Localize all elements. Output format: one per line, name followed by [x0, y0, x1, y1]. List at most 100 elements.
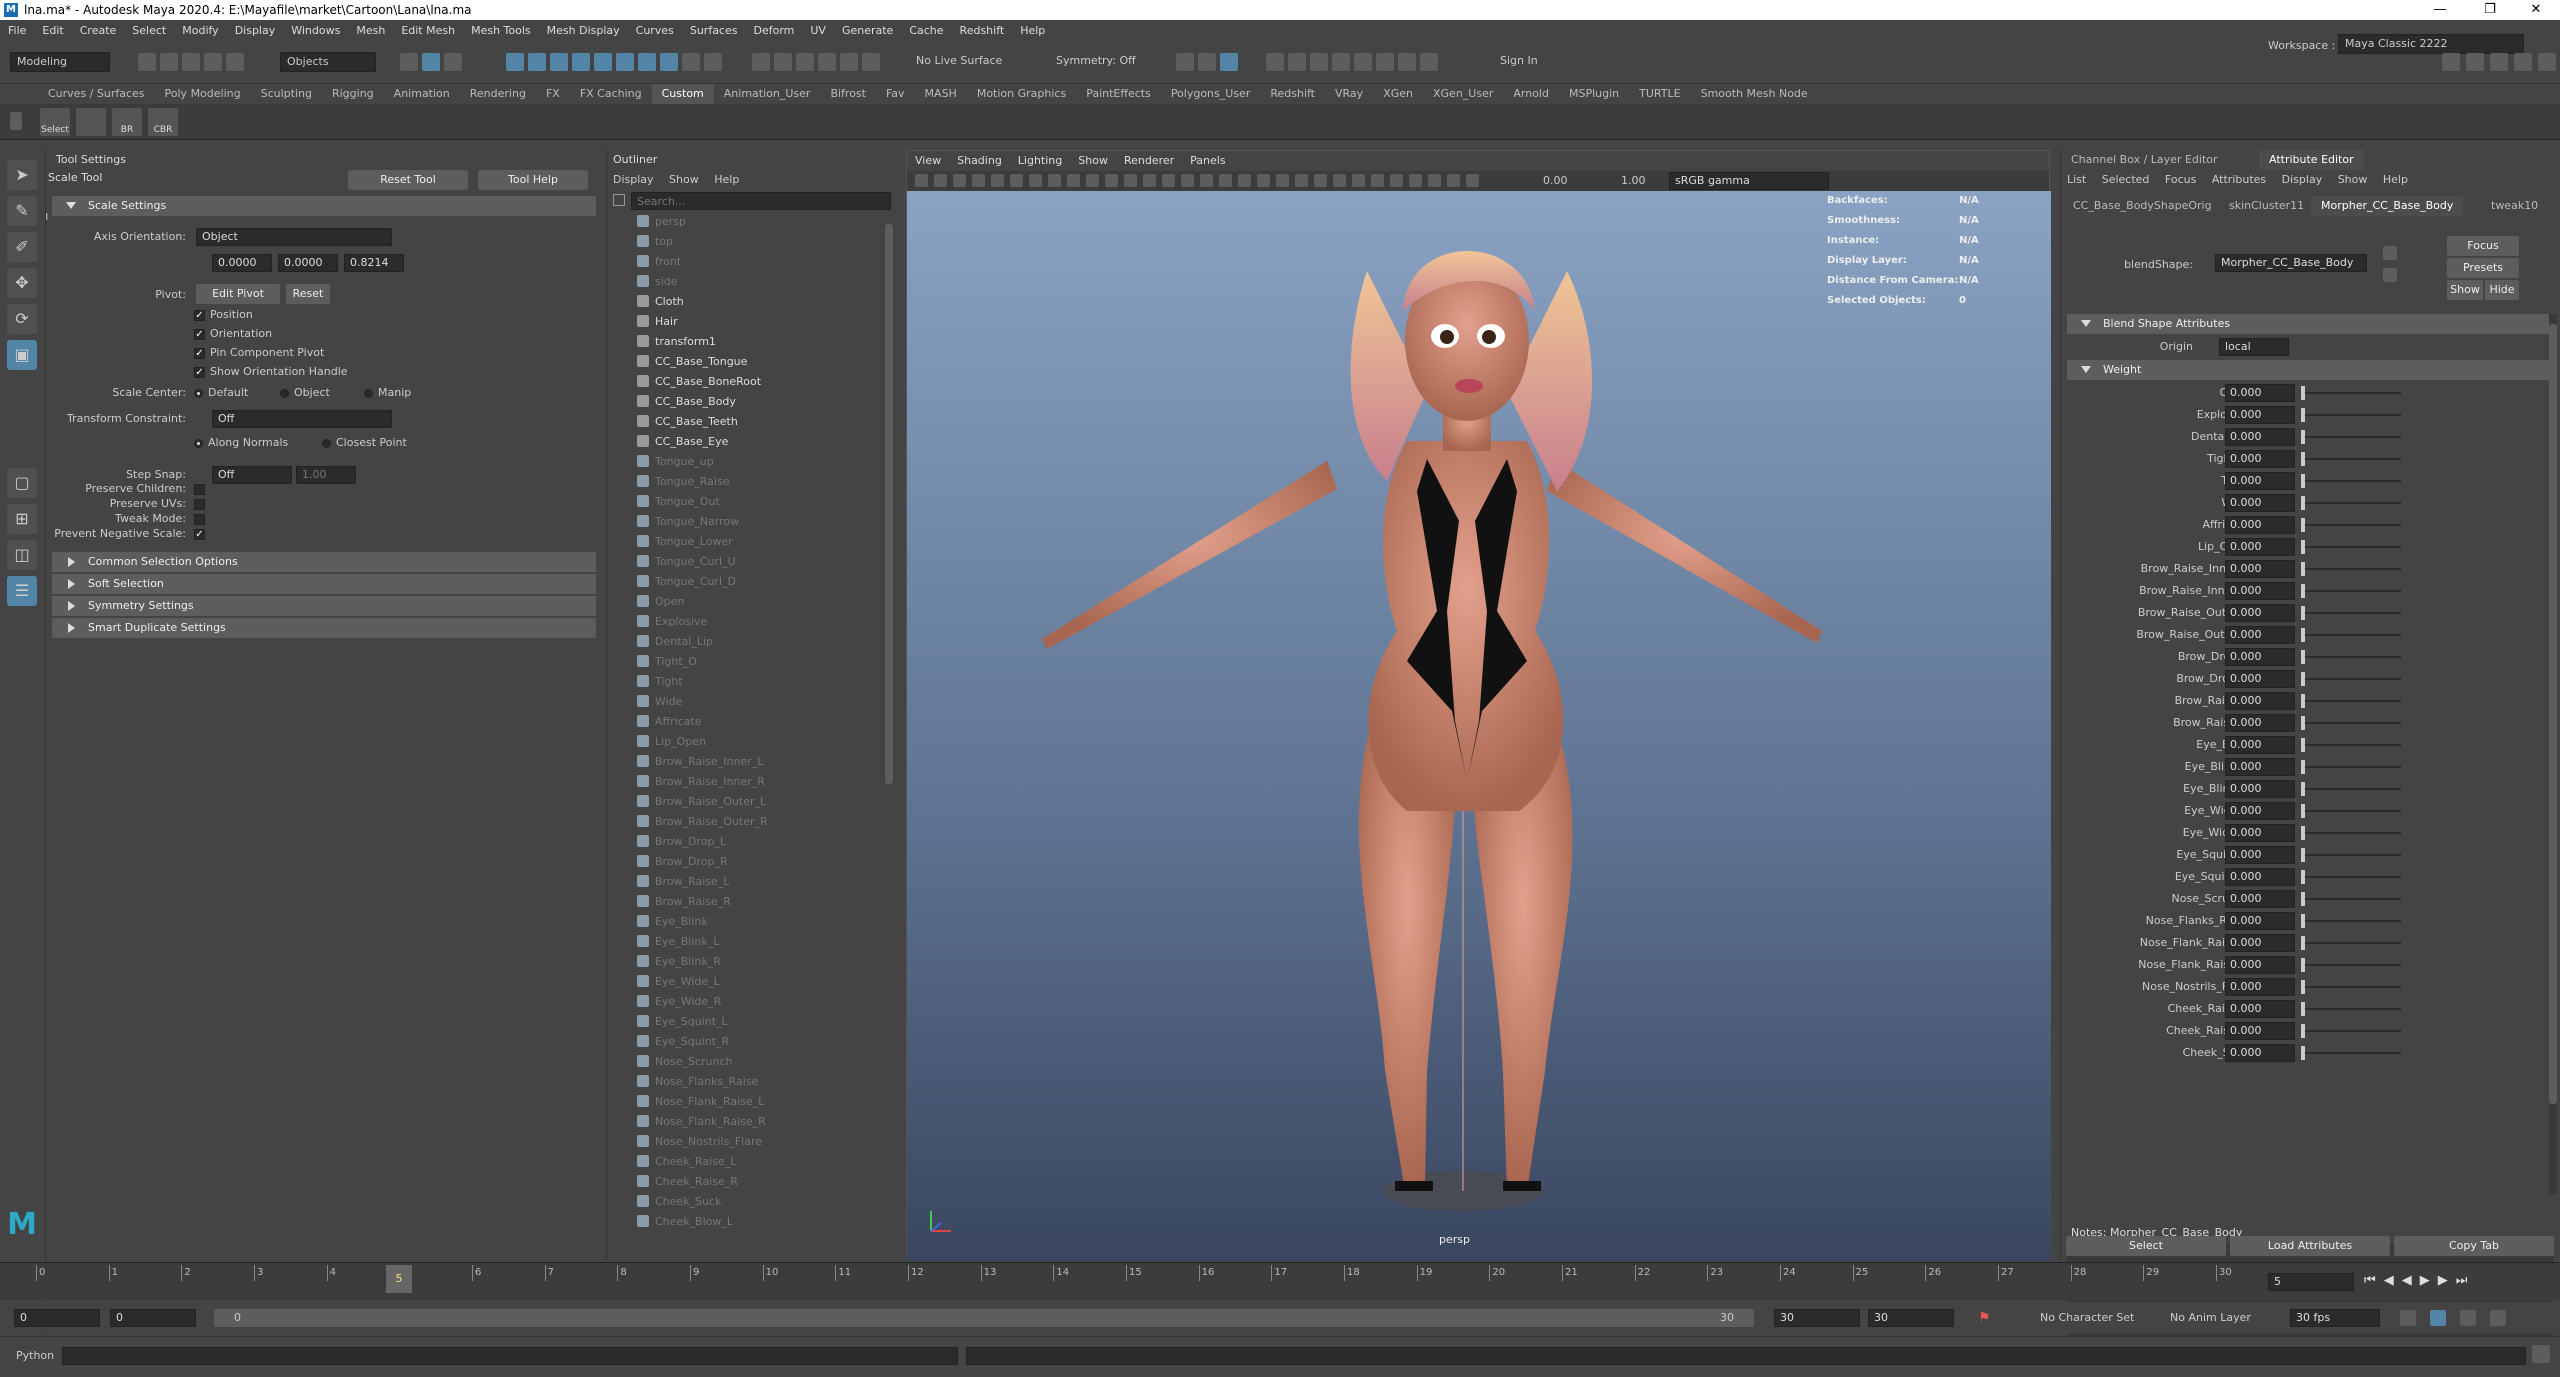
weight-value-field[interactable]: 0.000 [2225, 912, 2295, 930]
tab-channel-box[interactable]: Channel Box / Layer Editor [2061, 150, 2228, 170]
viewport-tool-icon[interactable] [1181, 174, 1194, 187]
outliner-item[interactable]: Affricate [637, 712, 702, 732]
weight-slider[interactable] [2301, 832, 2401, 834]
outliner-item[interactable]: top [637, 232, 673, 252]
outliner-item[interactable]: CC_Base_BoneRoot [637, 372, 761, 392]
outliner-search-input[interactable] [631, 192, 891, 210]
viewport-tool-icon[interactable] [991, 174, 1004, 187]
weight-slider-handle[interactable] [2301, 804, 2305, 818]
snap-grid-icon[interactable] [752, 53, 770, 71]
blendshape-name-field[interactable]: Morpher_CC_Base_Body [2215, 254, 2367, 272]
outliner-item[interactable]: transform1 [637, 332, 716, 352]
outliner-item[interactable]: Open [637, 592, 684, 612]
lock-selection-icon[interactable] [682, 53, 700, 71]
origin-menu[interactable]: local [2219, 338, 2289, 356]
step-snap-menu[interactable]: Off [212, 466, 292, 484]
weight-slider[interactable] [2301, 700, 2401, 702]
menu-generate[interactable]: Generate [834, 20, 901, 42]
menu-create[interactable]: Create [72, 20, 125, 42]
shelf-tab-mash[interactable]: MASH [915, 84, 967, 104]
shelf-tab-turtle[interactable]: TURTLE [1629, 84, 1690, 104]
mask-deformations-icon[interactable] [616, 53, 634, 71]
shelf-tab-rigging[interactable]: Rigging [322, 84, 384, 104]
outliner-item[interactable]: Tongue_Curl_D [637, 572, 736, 592]
weight-value-field[interactable]: 0.000 [2225, 428, 2295, 446]
gamma-field[interactable]: 1.00 [1621, 171, 1646, 191]
viewport-tool-icon[interactable] [1371, 174, 1384, 187]
outliner-item[interactable]: Lip_Open [637, 732, 706, 752]
ae-select-button[interactable]: Select [2066, 1236, 2226, 1256]
workspace-menu[interactable]: Maya Classic 2222 [2338, 34, 2524, 54]
outliner-item[interactable]: Cheek_Suck [637, 1192, 721, 1212]
transform-constraint-menu[interactable]: Off [212, 410, 392, 428]
construction-history-icon[interactable] [1198, 53, 1216, 71]
arnold-render-icon[interactable] [1398, 53, 1416, 71]
close-button[interactable]: ✕ [2516, 0, 2556, 20]
viewport-tool-icon[interactable] [934, 174, 947, 187]
snap-view-plane-icon[interactable] [840, 53, 858, 71]
outliner-item[interactable]: Brow_Raise_Inner_L [637, 752, 763, 772]
outliner-menu-show[interactable]: Show [663, 173, 705, 186]
scene-end-field[interactable]: 30 [1868, 1309, 1954, 1327]
select-tool-icon[interactable]: ➤ [7, 160, 37, 190]
outliner-item[interactable]: side [637, 272, 678, 292]
weight-value-field[interactable]: 0.000 [2225, 472, 2295, 490]
ae-menu-list[interactable]: List [2061, 173, 2092, 186]
outliner-item[interactable]: Tongue_Raise [637, 472, 729, 492]
render-view-icon[interactable] [1220, 53, 1238, 71]
shelf-tab-xgen[interactable]: XGen [1373, 84, 1423, 104]
weight-slider-handle[interactable] [2301, 584, 2305, 598]
animation-preferences-icon[interactable] [2490, 1310, 2506, 1326]
viewport-tool-icon[interactable] [1333, 174, 1346, 187]
weight-slider[interactable] [2301, 480, 2401, 482]
weight-slider-handle[interactable] [2301, 848, 2305, 862]
outliner-item[interactable]: Nose_Scrunch [637, 1052, 732, 1072]
menu-display[interactable]: Display [227, 20, 284, 42]
viewport-tool-icon[interactable] [1314, 174, 1327, 187]
viewport-menu-renderer[interactable]: Renderer [1116, 151, 1182, 171]
outliner-item[interactable]: Brow_Raise_Outer_R [637, 812, 768, 832]
shelf-menu-icon[interactable] [10, 112, 22, 130]
viewport-tool-icon[interactable] [1105, 174, 1118, 187]
weight-value-field[interactable]: 0.000 [2225, 1044, 2295, 1062]
outliner-item[interactable]: Eye_Wide_L [637, 972, 720, 992]
weight-slider[interactable] [2301, 414, 2401, 416]
outliner-item[interactable]: Eye_Blink_L [637, 932, 719, 952]
weight-slider-handle[interactable] [2301, 386, 2305, 400]
minimize-button[interactable]: — [2420, 0, 2460, 20]
render-current-frame-icon[interactable] [1266, 53, 1284, 71]
symmetry-settings-section[interactable]: Symmetry Settings [52, 596, 596, 616]
menu-mesh-display[interactable]: Mesh Display [539, 20, 628, 42]
weight-slider[interactable] [2301, 898, 2401, 900]
weight-value-field[interactable]: 0.000 [2225, 516, 2295, 534]
playback-start-field[interactable]: 0 [110, 1309, 196, 1327]
outliner-item[interactable]: Eye_Blink_R [637, 952, 721, 972]
weight-section[interactable]: Weight [2067, 360, 2551, 380]
pin-component-pivot-checkbox[interactable]: ✓ [194, 348, 205, 359]
weight-slider-handle[interactable] [2301, 1002, 2305, 1016]
outliner-item[interactable]: Cheek_Raise_R [637, 1172, 738, 1192]
mask-dynamics-icon[interactable] [638, 53, 656, 71]
show-orientation-handle-checkbox[interactable]: ✓ [194, 367, 205, 378]
mask-surfaces-icon[interactable] [594, 53, 612, 71]
cache-playback-icon[interactable] [2430, 1310, 2446, 1326]
sound-icon[interactable] [2460, 1310, 2476, 1326]
weight-slider-handle[interactable] [2301, 496, 2305, 510]
weight-value-field[interactable]: 0.000 [2225, 978, 2295, 996]
select-node-icon[interactable] [2383, 246, 2397, 260]
auto-key-icon[interactable]: ⚑ [1978, 1310, 1991, 1326]
shelf-tab-fx-caching[interactable]: FX Caching [570, 84, 652, 104]
common-selection-options-section[interactable]: Common Selection Options [52, 552, 596, 572]
weight-slider-handle[interactable] [2301, 452, 2305, 466]
viewport-menu-panels[interactable]: Panels [1182, 151, 1233, 171]
weight-slider[interactable] [2301, 810, 2401, 812]
shelf-custom-button[interactable] [76, 108, 106, 136]
shelf-tab-vray[interactable]: VRay [1325, 84, 1373, 104]
shelf-cbr-button[interactable]: CBR [148, 108, 178, 136]
weight-value-field[interactable]: 0.000 [2225, 384, 2295, 402]
toggle-channel-box-icon[interactable] [2538, 53, 2556, 71]
weight-slider[interactable] [2301, 502, 2401, 504]
viewport-tool-icon[interactable] [1257, 174, 1270, 187]
outliner-item[interactable]: CC_Base_Teeth [637, 412, 738, 432]
outliner-item[interactable]: Eye_Squint_R [637, 1032, 729, 1052]
